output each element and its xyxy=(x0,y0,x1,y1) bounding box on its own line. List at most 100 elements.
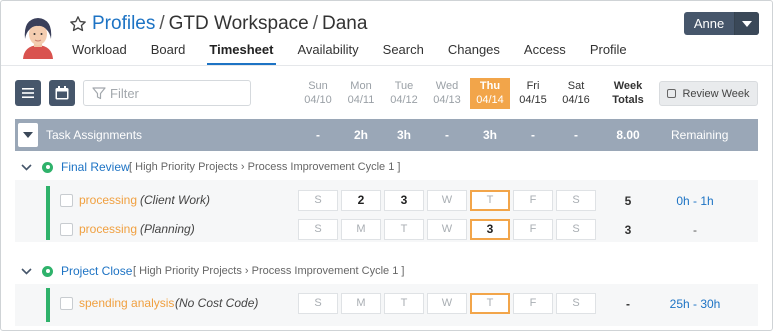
time-cell-tue[interactable]: T xyxy=(384,219,424,240)
day-name: Wed xyxy=(435,80,459,92)
status-dot-icon xyxy=(42,265,53,277)
time-cell-fri[interactable]: F xyxy=(513,219,553,240)
path-bracket: [ xyxy=(133,265,137,277)
task-week-total: 3 xyxy=(624,223,632,237)
tab-search[interactable]: Search xyxy=(383,42,424,64)
breadcrumb-separator: / xyxy=(312,13,318,34)
time-cell-thu[interactable]: 3 xyxy=(470,219,510,240)
task-remaining[interactable]: 0h - 1h xyxy=(650,194,740,208)
week-totals-line2: Totals xyxy=(612,94,644,106)
day-header-thu-today: Thu 04/14 xyxy=(470,78,510,109)
day-header-mon: Mon 04/11 xyxy=(341,78,381,109)
avatar xyxy=(15,13,61,59)
tab-profile[interactable]: Profile xyxy=(590,42,627,64)
day-date: 04/10 xyxy=(304,94,332,106)
task-checkbox[interactable] xyxy=(60,194,73,207)
path-segment: High Priority Projects xyxy=(139,265,242,277)
path-bracket: [ xyxy=(129,161,133,173)
time-cell-wed[interactable]: W xyxy=(427,219,467,240)
day-total-fri: - xyxy=(531,128,535,142)
group-path: [ High Priority Projects › Process Impro… xyxy=(133,265,404,277)
time-cell-fri[interactable]: F xyxy=(513,190,553,211)
day-name: Fri xyxy=(526,80,540,92)
path-bracket: ] xyxy=(401,265,405,277)
filter-placeholder: Filter xyxy=(110,85,139,101)
time-cell-tue[interactable]: 3 xyxy=(384,190,424,211)
time-cell-sun[interactable]: S xyxy=(298,190,338,211)
breadcrumb: Profiles / GTD Workspace / Dana xyxy=(69,11,367,37)
remaining-header: Remaining xyxy=(671,128,729,142)
task-name[interactable]: processing xyxy=(79,193,137,207)
task-assignments-header: Task Assignments - 2h 3h - 3h - - 8.00 R… xyxy=(15,119,758,151)
tab-workload[interactable]: Workload xyxy=(72,42,127,64)
chevron-down-icon[interactable] xyxy=(21,163,32,171)
time-cell-mon[interactable]: M xyxy=(341,219,381,240)
time-cell-fri[interactable]: F xyxy=(513,293,553,314)
tab-availability[interactable]: Availability xyxy=(297,42,358,64)
time-cell-sun[interactable]: S xyxy=(298,219,338,240)
time-cell-sat[interactable]: S xyxy=(556,190,596,211)
task-checkbox[interactable] xyxy=(60,297,73,310)
calendar-icon xyxy=(55,86,69,100)
time-cell-thu[interactable]: T xyxy=(470,293,510,314)
group-name[interactable]: Final Review xyxy=(61,160,130,174)
day-total-wed: - xyxy=(445,128,449,142)
path-segment: Process Improvement Cycle 1 xyxy=(251,265,399,277)
group-name[interactable]: Project Close xyxy=(61,264,132,278)
list-view-button[interactable] xyxy=(15,80,41,106)
day-name: Sun xyxy=(308,80,328,92)
group-row-project-close: Project Close [ High Priority Projects ›… xyxy=(15,258,758,284)
collapse-all-button[interactable] xyxy=(18,123,38,147)
week-totals-header: Week Totals xyxy=(606,79,650,107)
day-total-mon: 2h xyxy=(353,128,368,142)
path-chevron-icon: › xyxy=(244,265,249,277)
task-checkbox[interactable] xyxy=(60,223,73,236)
time-cell-sat[interactable]: S xyxy=(556,293,596,314)
tab-changes[interactable]: Changes xyxy=(448,42,500,64)
task-block-project-close: spending analysis (No Cost Code) S M T W… xyxy=(15,284,758,326)
time-cell-sun[interactable]: S xyxy=(298,293,338,314)
path-segment: Process Improvement Cycle 1 xyxy=(247,161,395,173)
tab-bar: Workload Board Timesheet Availability Se… xyxy=(72,42,651,65)
day-header-sat: Sat 04/16 xyxy=(556,78,596,109)
day-date: 04/16 xyxy=(562,94,590,106)
time-cell-wed[interactable]: W xyxy=(427,293,467,314)
task-remaining[interactable]: 25h - 30h xyxy=(650,297,740,311)
time-cell-sat[interactable]: S xyxy=(556,219,596,240)
day-header-wed: Wed 04/13 xyxy=(427,78,467,109)
path-bracket: ] xyxy=(397,161,401,173)
day-name: Tue xyxy=(394,80,414,92)
day-date: 04/15 xyxy=(519,94,547,106)
breadcrumb-user: Dana xyxy=(322,13,368,34)
tab-board[interactable]: Board xyxy=(151,42,186,64)
task-week-total: - xyxy=(626,297,630,311)
task-remaining[interactable]: - xyxy=(650,223,740,237)
time-cell-tue[interactable]: T xyxy=(384,293,424,314)
review-week-button[interactable]: Review Week xyxy=(659,81,758,106)
user-menu-button[interactable]: Anne xyxy=(684,12,759,35)
time-cell-thu[interactable]: T xyxy=(470,190,510,211)
star-icon[interactable] xyxy=(69,15,87,33)
path-chevron-icon: › xyxy=(240,161,245,173)
checkbox-icon xyxy=(667,89,677,98)
calendar-button[interactable] xyxy=(49,80,75,106)
tab-timesheet[interactable]: Timesheet xyxy=(207,42,277,65)
task-name[interactable]: processing xyxy=(79,222,137,236)
time-cell-wed[interactable]: W xyxy=(427,190,467,211)
day-date: 04/13 xyxy=(433,94,461,106)
chevron-down-icon[interactable] xyxy=(21,267,32,275)
day-date: 04/11 xyxy=(347,94,375,106)
task-name[interactable]: spending analysis xyxy=(79,296,174,310)
day-total-sat: - xyxy=(574,128,578,142)
filter-input[interactable]: Filter xyxy=(83,80,251,106)
chevron-down-icon xyxy=(23,132,33,138)
chevron-down-icon[interactable] xyxy=(734,12,759,35)
day-name: Thu xyxy=(479,80,501,92)
day-header-tue: Tue 04/12 xyxy=(384,78,424,109)
time-cell-mon[interactable]: M xyxy=(341,293,381,314)
task-assignments-title: Task Assignments xyxy=(46,128,143,142)
breadcrumb-profiles-link[interactable]: Profiles xyxy=(92,13,155,35)
day-date: 04/14 xyxy=(476,94,504,106)
tab-access[interactable]: Access xyxy=(524,42,566,64)
time-cell-mon[interactable]: 2 xyxy=(341,190,381,211)
